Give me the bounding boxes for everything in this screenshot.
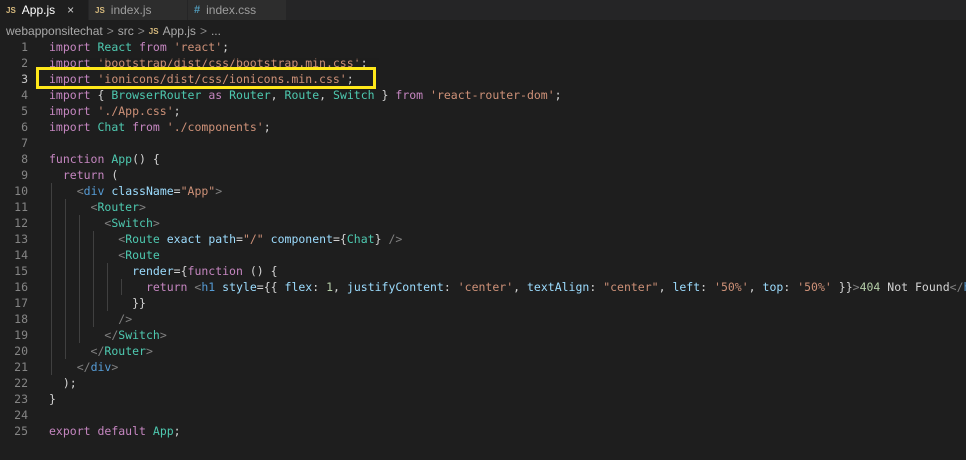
code-line[interactable]: 18 /> bbox=[0, 311, 966, 327]
code-line[interactable]: 21 </div> bbox=[0, 359, 966, 375]
code-editor[interactable]: 1 import React from 'react'; 2 import 'boot… bbox=[0, 39, 966, 439]
css-file-icon: # bbox=[194, 4, 201, 16]
code-text: render={function () { bbox=[132, 264, 278, 278]
line-number: 8 bbox=[21, 152, 28, 166]
chevron-right-icon: > bbox=[137, 24, 145, 38]
code-line[interactable]: 1 import React from 'react'; bbox=[0, 39, 966, 55]
code-text: import './App.css'; bbox=[49, 104, 181, 118]
code-line[interactable]: 24 bbox=[0, 407, 966, 423]
code-text: return <h1 style={{ flex: 1, justifyCont… bbox=[145, 280, 966, 294]
line-number: 18 bbox=[14, 312, 28, 326]
code-line[interactable]: 11 <Router> bbox=[0, 199, 966, 215]
code-text: }} bbox=[132, 296, 146, 310]
code-line[interactable]: 17 }} bbox=[0, 295, 966, 311]
line-number: 16 bbox=[14, 280, 28, 294]
code-text: /> bbox=[118, 312, 133, 326]
code-line[interactable]: 5 import './App.css'; bbox=[0, 103, 966, 119]
code-text: function App() { bbox=[49, 152, 160, 166]
close-icon[interactable]: × bbox=[67, 3, 74, 17]
line-number: 4 bbox=[21, 88, 28, 102]
code-line[interactable]: 15 render={function () { bbox=[0, 263, 966, 279]
tab-label: App.js bbox=[21, 3, 56, 17]
breadcrumb-item-file[interactable]: App.js bbox=[163, 24, 196, 38]
tab-index-css[interactable]: # index.css bbox=[188, 0, 287, 20]
line-number: 23 bbox=[14, 392, 28, 406]
code-line[interactable]: 14 <Route bbox=[0, 247, 966, 263]
tab-bar: JS App.js × JS index.js # index.css bbox=[0, 0, 966, 20]
line-number: 2 bbox=[21, 56, 28, 70]
code-text: <Route exact path="/" component={Chat} /… bbox=[118, 232, 403, 246]
breadcrumb-item-src[interactable]: src bbox=[118, 24, 134, 38]
code-line[interactable]: 9 return ( bbox=[0, 167, 966, 183]
scroll-overlap-shadow bbox=[49, 58, 379, 60]
code-line[interactable]: 19 </Switch> bbox=[0, 327, 966, 343]
code-text: </div> bbox=[76, 360, 119, 374]
line-number: 5 bbox=[21, 104, 28, 118]
line-number: 21 bbox=[14, 360, 28, 374]
code-line[interactable]: 6 import Chat from './components'; bbox=[0, 119, 966, 135]
chevron-right-icon: > bbox=[106, 24, 114, 38]
breadcrumb-item-symbol[interactable]: ... bbox=[211, 24, 221, 38]
code-line[interactable]: 23} bbox=[0, 391, 966, 407]
line-number: 3 bbox=[21, 72, 28, 86]
line-number: 6 bbox=[21, 120, 28, 134]
highlight-box bbox=[36, 67, 376, 89]
code-text: <Route bbox=[118, 248, 160, 262]
code-text: <Router> bbox=[90, 200, 146, 214]
line-number: 19 bbox=[14, 328, 28, 342]
line-number: 17 bbox=[14, 296, 28, 310]
code-text: <div className="App"> bbox=[76, 184, 223, 198]
code-line[interactable]: 16 return <h1 style={{ flex: 1, justifyC… bbox=[0, 279, 966, 295]
line-number: 7 bbox=[21, 136, 28, 150]
line-number: 10 bbox=[14, 184, 28, 198]
code-text: export default App; bbox=[49, 424, 181, 438]
javascript-file-icon: JS bbox=[95, 5, 105, 15]
code-text: ); bbox=[62, 376, 77, 390]
code-line[interactable]: 25 export default App; bbox=[0, 423, 966, 439]
line-number: 9 bbox=[21, 168, 28, 182]
code-line[interactable]: 8 function App() { bbox=[0, 151, 966, 167]
line-number: 13 bbox=[14, 232, 28, 246]
tab-label: index.css bbox=[206, 3, 257, 17]
line-number: 22 bbox=[14, 376, 28, 390]
code-line[interactable]: 7 bbox=[0, 135, 966, 151]
chevron-right-icon: > bbox=[199, 24, 207, 38]
code-text: import React from 'react'; bbox=[49, 40, 230, 54]
code-line[interactable]: 22 ); bbox=[0, 375, 966, 391]
code-line[interactable]: 13 <Route exact path="/" component={Chat… bbox=[0, 231, 966, 247]
tab-app-js[interactable]: JS App.js × bbox=[0, 0, 89, 20]
line-number: 1 bbox=[21, 40, 28, 54]
breadcrumb-item-folder[interactable]: webapponsitechat bbox=[6, 24, 103, 38]
line-number: 24 bbox=[14, 408, 28, 422]
line-number: 14 bbox=[14, 248, 28, 262]
line-number: 15 bbox=[14, 264, 28, 278]
line-number: 25 bbox=[14, 424, 28, 438]
code-line[interactable]: 20 </Router> bbox=[0, 343, 966, 359]
code-text: import Chat from './components'; bbox=[49, 120, 271, 134]
code-text: </Router> bbox=[90, 344, 153, 358]
line-number: 12 bbox=[14, 216, 28, 230]
code-text: import { BrowserRouter as Router, Route,… bbox=[49, 88, 562, 102]
code-text: <Switch> bbox=[104, 216, 160, 230]
line-number: 20 bbox=[14, 344, 28, 358]
code-line[interactable]: 12 <Switch> bbox=[0, 215, 966, 231]
tab-label: index.js bbox=[110, 3, 152, 17]
code-text: return ( bbox=[62, 168, 119, 182]
line-number: 11 bbox=[14, 200, 28, 214]
javascript-file-icon: JS bbox=[148, 26, 159, 36]
code-line[interactable]: 4 import { BrowserRouter as Router, Route… bbox=[0, 87, 966, 103]
code-text: } bbox=[49, 392, 56, 406]
javascript-file-icon: JS bbox=[6, 5, 16, 15]
tab-index-js[interactable]: JS index.js bbox=[89, 0, 188, 20]
code-line[interactable]: 10 <div className="App"> bbox=[0, 183, 966, 199]
code-text: </Switch> bbox=[104, 328, 167, 342]
